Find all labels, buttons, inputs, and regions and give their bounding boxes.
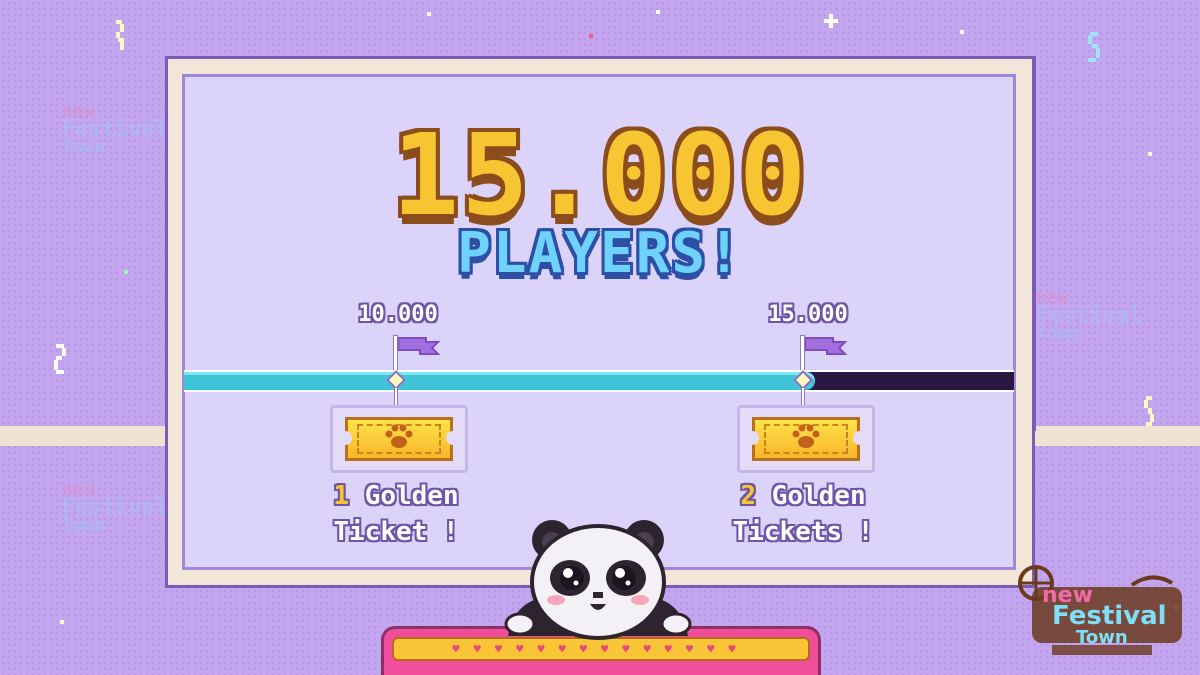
confetti xyxy=(589,34,593,38)
reward-line: Golden xyxy=(364,481,459,511)
squiggle-icon xyxy=(1088,32,1100,62)
squiggle-icon xyxy=(1144,396,1154,426)
rail-left xyxy=(0,426,168,446)
milestone-label-1: 10.000 xyxy=(358,302,438,327)
reward-line: Golden xyxy=(771,481,866,511)
confetti xyxy=(656,10,660,14)
paw-icon xyxy=(385,424,413,448)
flag-icon xyxy=(805,337,848,355)
reward-text-1: 1 Golden Ticket ! xyxy=(276,478,516,550)
reward-count: 2 xyxy=(740,481,757,511)
reward-text-2: 2 Golden Tickets ! xyxy=(683,478,923,550)
player-count-headline: 15.000 xyxy=(391,111,809,241)
reward-count: 1 xyxy=(333,481,350,511)
confetti xyxy=(960,30,964,34)
reward-line: Tickets ! xyxy=(732,517,874,547)
ticket-icon xyxy=(749,417,863,461)
brand-logo: new Festival Town xyxy=(1012,565,1190,665)
heart-icon: ♥♥♥♥♥♥♥♥♥♥♥♥♥♥ xyxy=(452,642,750,656)
progress-fill xyxy=(184,372,815,390)
squiggle-icon xyxy=(116,20,124,50)
squiggle-icon xyxy=(54,344,66,374)
confetti xyxy=(427,12,431,16)
flag-icon xyxy=(398,337,441,355)
confetti xyxy=(60,620,64,624)
paw-icon xyxy=(792,424,820,448)
ticket-icon xyxy=(342,417,456,461)
watermark-logo: new Festival Town xyxy=(1036,287,1142,344)
reward-line: Ticket ! xyxy=(333,517,459,547)
watermark-logo: new Festival Town xyxy=(62,479,168,536)
progress-bar xyxy=(184,370,1014,392)
golden-ticket-2 xyxy=(737,405,875,473)
golden-ticket-1 xyxy=(330,405,468,473)
rail-right xyxy=(1032,426,1200,446)
milestone-label-2: 15.000 xyxy=(768,302,848,327)
logo-text-town: Town xyxy=(1076,627,1128,648)
panda-mascot xyxy=(504,520,692,640)
players-subtitle: PLAYERS! xyxy=(457,221,743,286)
sparkle-icon xyxy=(824,14,838,28)
